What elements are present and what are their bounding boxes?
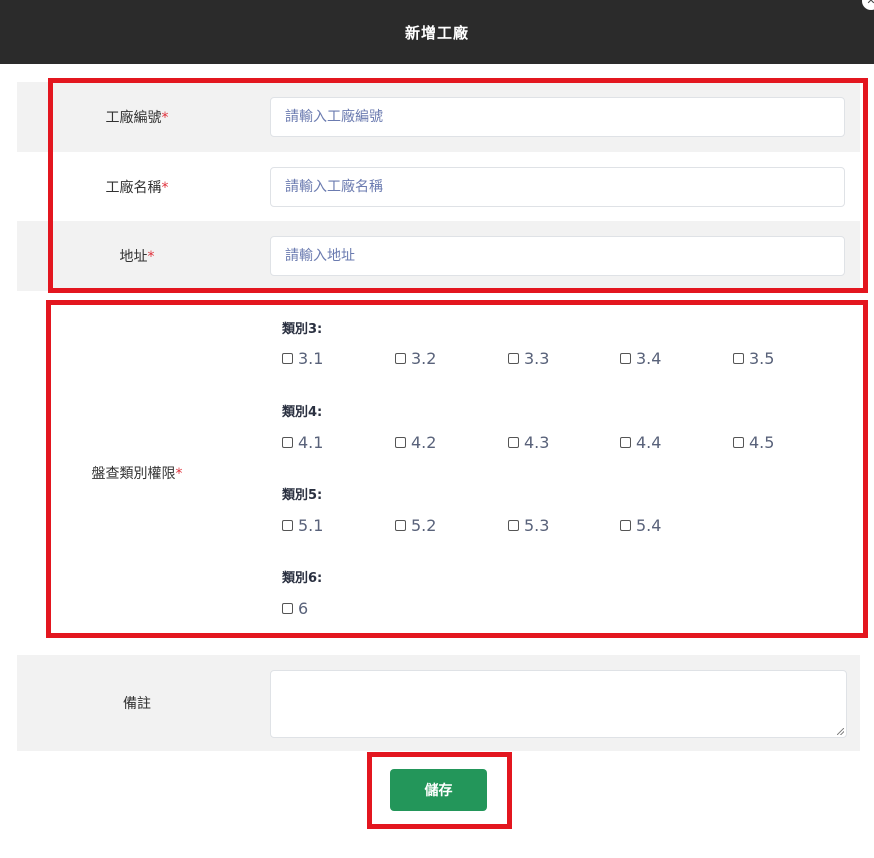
checkbox-box[interactable]	[508, 437, 519, 448]
checkbox-box[interactable]	[395, 520, 406, 531]
checkbox-box[interactable]	[282, 353, 293, 364]
required-mark: *	[161, 179, 169, 196]
save-button[interactable]: 儲存	[390, 769, 487, 811]
group-title-5: 類別5:	[282, 488, 323, 503]
required-mark: *	[175, 466, 183, 482]
checkbox-box[interactable]	[508, 353, 519, 364]
factory-code-row: 工廠編號*	[17, 82, 860, 152]
address-row: 地址*	[17, 221, 860, 291]
checkbox-box[interactable]	[395, 437, 406, 448]
checkbox-5-4[interactable]: 5.4	[620, 516, 661, 535]
address-input[interactable]	[270, 236, 845, 276]
checkbox-6[interactable]: 6	[282, 599, 308, 618]
dialog-title: 新增工廠	[404, 23, 469, 42]
address-label: 地址*	[119, 249, 155, 265]
factory-code-label: 工廠編號*	[105, 110, 169, 126]
required-mark: *	[161, 110, 169, 126]
notes-textarea[interactable]	[270, 670, 847, 738]
factory-name-label: 工廠名稱*	[105, 179, 169, 196]
checkbox-5-3[interactable]: 5.3	[508, 516, 549, 535]
checkbox-box[interactable]	[282, 520, 293, 531]
group-title-4: 類別4:	[282, 405, 323, 420]
factory-code-input[interactable]	[270, 97, 845, 137]
checkbox-4-5[interactable]: 4.5	[733, 433, 774, 452]
checkbox-box[interactable]	[620, 353, 631, 364]
checkbox-5-2[interactable]: 5.2	[395, 516, 436, 535]
checkbox-box[interactable]	[733, 437, 744, 448]
group-title-3: 類別3:	[282, 322, 323, 337]
checkbox-4-1[interactable]: 4.1	[282, 433, 323, 452]
resize-grip-icon[interactable]	[837, 728, 844, 735]
checkbox-3-3[interactable]: 3.3	[508, 349, 549, 368]
group-title-6: 類別6:	[282, 571, 323, 586]
checkbox-box[interactable]	[282, 437, 293, 448]
required-mark: *	[147, 249, 155, 265]
checkbox-3-2[interactable]: 3.2	[395, 349, 436, 368]
factory-name-row: 工廠名稱*	[17, 152, 860, 221]
checkbox-4-4[interactable]: 4.4	[620, 433, 661, 452]
checkbox-box[interactable]	[733, 353, 744, 364]
checkbox-3-1[interactable]: 3.1	[282, 349, 323, 368]
notes-label: 備註	[123, 696, 151, 712]
checkbox-box[interactable]	[620, 520, 631, 531]
checkbox-5-1[interactable]: 5.1	[282, 516, 323, 535]
checkbox-box[interactable]	[508, 520, 519, 531]
checkbox-box[interactable]	[395, 353, 406, 364]
checkbox-box[interactable]	[620, 437, 631, 448]
factory-name-input[interactable]	[270, 166, 845, 207]
checkbox-4-3[interactable]: 4.3	[508, 433, 549, 452]
checkbox-3-4[interactable]: 3.4	[620, 349, 661, 368]
dialog-header: 新增工廠	[0, 0, 874, 64]
checkbox-4-2[interactable]: 4.2	[395, 433, 436, 452]
checkbox-box[interactable]	[282, 603, 293, 614]
checkbox-3-5[interactable]: 3.5	[733, 349, 774, 368]
permissions-label: 盤查類別權限*	[91, 466, 183, 482]
